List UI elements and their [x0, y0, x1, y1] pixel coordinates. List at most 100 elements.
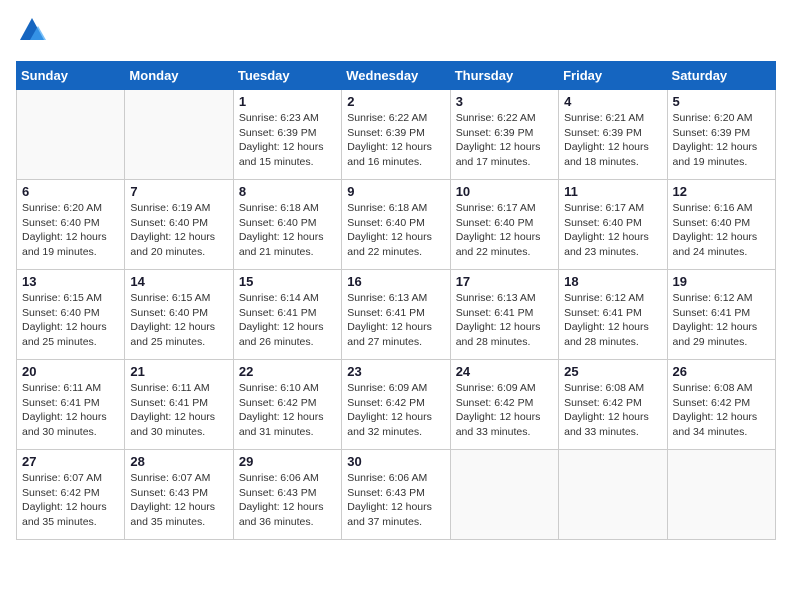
calendar-cell: 15 Sunrise: 6:14 AMSunset: 6:41 PMDayligh… [233, 270, 341, 360]
day-info: Sunrise: 6:11 AMSunset: 6:41 PMDaylight:… [22, 381, 119, 440]
day-number: 15 [239, 274, 336, 289]
day-info: Sunrise: 6:18 AMSunset: 6:40 PMDaylight:… [347, 201, 444, 260]
day-number: 24 [456, 364, 553, 379]
day-number: 8 [239, 184, 336, 199]
day-number: 12 [673, 184, 770, 199]
day-number: 21 [130, 364, 227, 379]
calendar-cell: 19 Sunrise: 6:12 AMSunset: 6:41 PMDayligh… [667, 270, 775, 360]
day-info: Sunrise: 6:09 AMSunset: 6:42 PMDaylight:… [456, 381, 553, 440]
weekday-header: Wednesday [342, 62, 450, 90]
day-number: 17 [456, 274, 553, 289]
day-info: Sunrise: 6:12 AMSunset: 6:41 PMDaylight:… [673, 291, 770, 350]
calendar-cell [559, 450, 667, 540]
calendar-cell: 25 Sunrise: 6:08 AMSunset: 6:42 PMDayligh… [559, 360, 667, 450]
calendar-cell: 21 Sunrise: 6:11 AMSunset: 6:41 PMDayligh… [125, 360, 233, 450]
day-number: 19 [673, 274, 770, 289]
day-number: 26 [673, 364, 770, 379]
day-number: 10 [456, 184, 553, 199]
day-info: Sunrise: 6:08 AMSunset: 6:42 PMDaylight:… [673, 381, 770, 440]
day-info: Sunrise: 6:21 AMSunset: 6:39 PMDaylight:… [564, 111, 661, 170]
calendar-cell: 22 Sunrise: 6:10 AMSunset: 6:42 PMDayligh… [233, 360, 341, 450]
day-number: 25 [564, 364, 661, 379]
logo-icon [18, 16, 46, 44]
calendar-cell: 14Sunrise: 6:15 AMSunset: 6:40 PMDayligh… [125, 270, 233, 360]
day-number: 29 [239, 454, 336, 469]
calendar-cell: 23 Sunrise: 6:09 AMSunset: 6:42 PMDayligh… [342, 360, 450, 450]
calendar-cell: 1 Sunrise: 6:23 AMSunset: 6:39 PMDaylight… [233, 90, 341, 180]
calendar-cell: 28 Sunrise: 6:07 AMSunset: 6:43 PMDayligh… [125, 450, 233, 540]
day-number: 5 [673, 94, 770, 109]
day-info: Sunrise: 6:15 AMSunset: 6:40 PMDaylight:… [130, 291, 227, 350]
day-number: 4 [564, 94, 661, 109]
calendar-week-row: 6Sunrise: 6:20 AMSunset: 6:40 PMDaylight… [17, 180, 776, 270]
day-info: Sunrise: 6:14 AMSunset: 6:41 PMDaylight:… [239, 291, 336, 350]
day-info: Sunrise: 6:19 AMSunset: 6:40 PMDaylight:… [130, 201, 227, 260]
calendar-cell: 10 Sunrise: 6:17 AMSunset: 6:40 PMDayligh… [450, 180, 558, 270]
day-number: 28 [130, 454, 227, 469]
calendar-cell: 26 Sunrise: 6:08 AMSunset: 6:42 PMDayligh… [667, 360, 775, 450]
day-number: 1 [239, 94, 336, 109]
calendar-cell: 11Sunrise: 6:17 AMSunset: 6:40 PMDayligh… [559, 180, 667, 270]
day-info: Sunrise: 6:17 AMSunset: 6:40 PMDaylight:… [456, 201, 553, 260]
day-info: Sunrise: 6:06 AMSunset: 6:43 PMDaylight:… [239, 471, 336, 530]
calendar-cell: 13 Sunrise: 6:15 AMSunset: 6:40 PMDayligh… [17, 270, 125, 360]
weekday-header: Thursday [450, 62, 558, 90]
calendar-week-row: 20 Sunrise: 6:11 AMSunset: 6:41 PMDayligh… [17, 360, 776, 450]
calendar-cell [667, 450, 775, 540]
calendar-cell: 17 Sunrise: 6:13 AMSunset: 6:41 PMDayligh… [450, 270, 558, 360]
day-number: 6 [22, 184, 119, 199]
day-number: 23 [347, 364, 444, 379]
calendar-cell: 8 Sunrise: 6:18 AMSunset: 6:40 PMDaylight… [233, 180, 341, 270]
calendar-cell: 12 Sunrise: 6:16 AMSunset: 6:40 PMDayligh… [667, 180, 775, 270]
day-info: Sunrise: 6:23 AMSunset: 6:39 PMDaylight:… [239, 111, 336, 170]
weekday-header: Sunday [17, 62, 125, 90]
calendar-cell: 2 Sunrise: 6:22 AMSunset: 6:39 PMDaylight… [342, 90, 450, 180]
logo [16, 16, 46, 49]
day-info: Sunrise: 6:11 AMSunset: 6:41 PMDaylight:… [130, 381, 227, 440]
day-info: Sunrise: 6:10 AMSunset: 6:42 PMDaylight:… [239, 381, 336, 440]
day-number: 2 [347, 94, 444, 109]
day-number: 3 [456, 94, 553, 109]
day-info: Sunrise: 6:08 AMSunset: 6:42 PMDaylight:… [564, 381, 661, 440]
calendar-cell: 7 Sunrise: 6:19 AMSunset: 6:40 PMDaylight… [125, 180, 233, 270]
day-info: Sunrise: 6:18 AMSunset: 6:40 PMDaylight:… [239, 201, 336, 260]
calendar-week-row: 13 Sunrise: 6:15 AMSunset: 6:40 PMDayligh… [17, 270, 776, 360]
calendar-cell [450, 450, 558, 540]
day-number: 9 [347, 184, 444, 199]
day-number: 27 [22, 454, 119, 469]
calendar-cell: 18Sunrise: 6:12 AMSunset: 6:41 PMDayligh… [559, 270, 667, 360]
calendar-cell: 4 Sunrise: 6:21 AMSunset: 6:39 PMDaylight… [559, 90, 667, 180]
day-info: Sunrise: 6:07 AMSunset: 6:43 PMDaylight:… [130, 471, 227, 530]
calendar-cell [125, 90, 233, 180]
day-info: Sunrise: 6:16 AMSunset: 6:40 PMDaylight:… [673, 201, 770, 260]
day-number: 13 [22, 274, 119, 289]
calendar-cell [17, 90, 125, 180]
calendar-cell: 5 Sunrise: 6:20 AMSunset: 6:39 PMDaylight… [667, 90, 775, 180]
calendar-cell: 6Sunrise: 6:20 AMSunset: 6:40 PMDaylight… [17, 180, 125, 270]
day-info: Sunrise: 6:13 AMSunset: 6:41 PMDaylight:… [456, 291, 553, 350]
calendar-cell: 27 Sunrise: 6:07 AMSunset: 6:42 PMDayligh… [17, 450, 125, 540]
day-number: 18 [564, 274, 661, 289]
day-info: Sunrise: 6:06 AMSunset: 6:43 PMDaylight:… [347, 471, 444, 530]
weekday-header: Tuesday [233, 62, 341, 90]
day-info: Sunrise: 6:22 AMSunset: 6:39 PMDaylight:… [347, 111, 444, 170]
weekday-header: Friday [559, 62, 667, 90]
day-info: Sunrise: 6:20 AMSunset: 6:39 PMDaylight:… [673, 111, 770, 170]
day-number: 7 [130, 184, 227, 199]
day-number: 16 [347, 274, 444, 289]
calendar-week-row: 27 Sunrise: 6:07 AMSunset: 6:42 PMDayligh… [17, 450, 776, 540]
day-number: 20 [22, 364, 119, 379]
calendar-header-row: SundayMondayTuesdayWednesdayThursdayFrid… [17, 62, 776, 90]
day-info: Sunrise: 6:22 AMSunset: 6:39 PMDaylight:… [456, 111, 553, 170]
day-info: Sunrise: 6:07 AMSunset: 6:42 PMDaylight:… [22, 471, 119, 530]
calendar-cell: 16Sunrise: 6:13 AMSunset: 6:41 PMDayligh… [342, 270, 450, 360]
weekday-header: Saturday [667, 62, 775, 90]
day-number: 22 [239, 364, 336, 379]
calendar-cell: 29 Sunrise: 6:06 AMSunset: 6:43 PMDayligh… [233, 450, 341, 540]
day-info: Sunrise: 6:09 AMSunset: 6:42 PMDaylight:… [347, 381, 444, 440]
weekday-header: Monday [125, 62, 233, 90]
day-info: Sunrise: 6:17 AMSunset: 6:40 PMDaylight:… [564, 201, 661, 260]
day-info: Sunrise: 6:15 AMSunset: 6:40 PMDaylight:… [22, 291, 119, 350]
calendar-cell: 24 Sunrise: 6:09 AMSunset: 6:42 PMDayligh… [450, 360, 558, 450]
calendar-week-row: 1 Sunrise: 6:23 AMSunset: 6:39 PMDaylight… [17, 90, 776, 180]
